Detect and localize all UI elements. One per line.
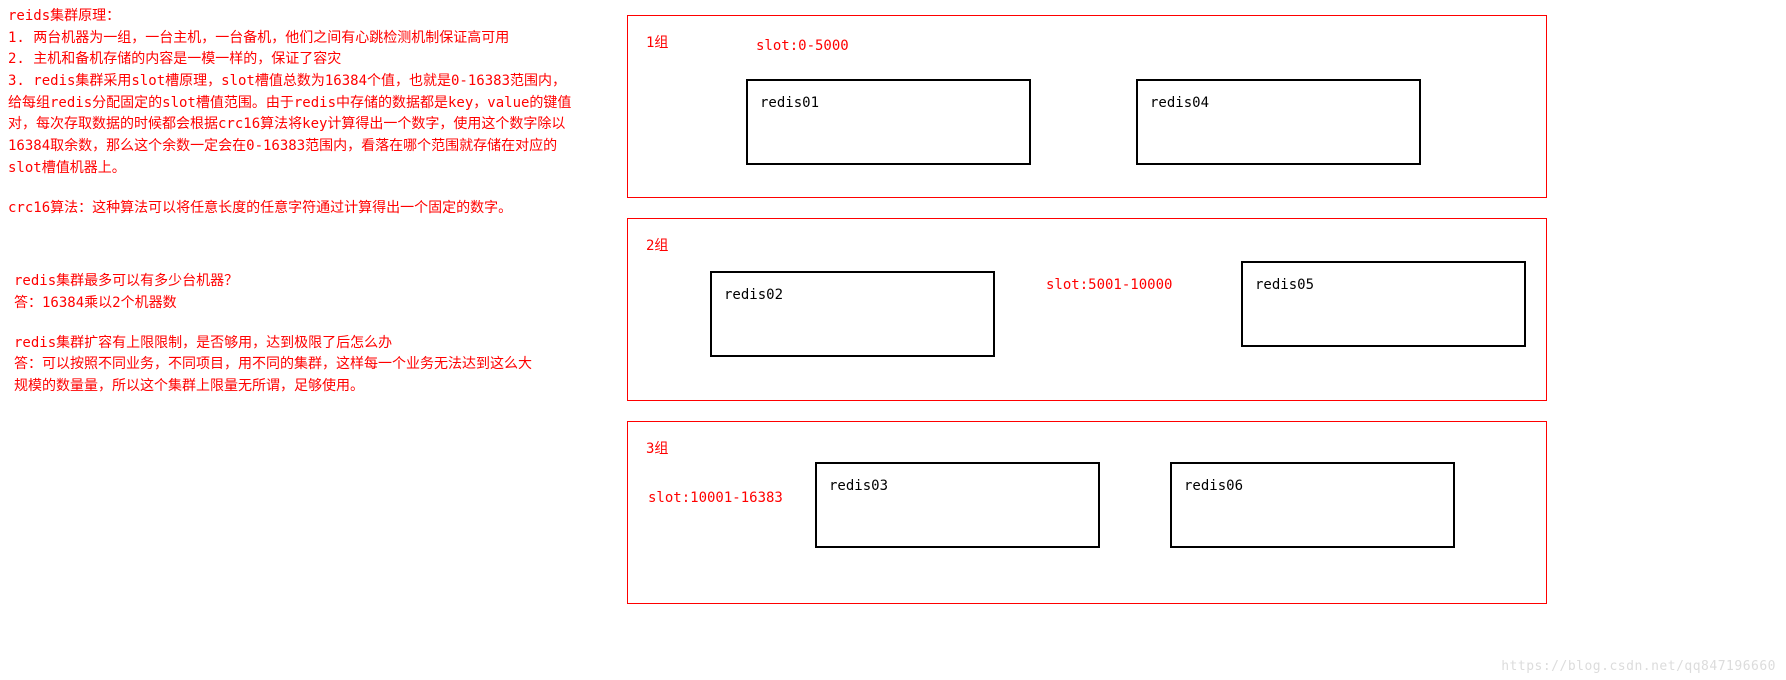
redis-node-box: redis03 (815, 462, 1100, 548)
explanation-panel: reids集群原理： 1. 两台机器为一组，一台主机，一台备机，他们之间有心跳检… (8, 6, 593, 416)
title-line: reids集群原理： (8, 6, 593, 28)
redis-node-name: redis05 (1255, 277, 1314, 293)
group-label: 1组 (646, 32, 668, 52)
question-1: redis集群最多可以有多少台机器？ (14, 271, 593, 293)
principle-3-line-a: 3. redis集群采用slot槽原理，slot槽值总数为16384个值，也就是… (8, 71, 593, 93)
redis-node-box: redis04 (1136, 79, 1421, 165)
redis-node-box: redis02 (710, 271, 995, 357)
principle-1: 1. 两台机器为一组，一台主机，一台备机，他们之间有心跳检测机制保证高可用 (8, 28, 593, 50)
principle-3-line-d: 16384取余数，那么这个余数一定会在0-16383范围内，看落在哪个范围就存储… (8, 136, 593, 158)
crc-block: crc16算法：这种算法可以将任意长度的任意字符通过计算得出一个固定的数字。 (8, 198, 593, 220)
group-box-1: 1组 slot:0-5000 redis01 redis04 (627, 15, 1547, 198)
group-box-3: 3组 slot:10001-16383 redis03 redis06 (627, 421, 1547, 604)
answer-1: 答：16384乘以2个机器数 (14, 293, 593, 315)
redis-node-name: redis04 (1150, 95, 1209, 111)
redis-node-box: redis06 (1170, 462, 1455, 548)
crc-line: crc16算法：这种算法可以将任意长度的任意字符通过计算得出一个固定的数字。 (8, 198, 593, 220)
group-label: 3组 (646, 438, 668, 458)
principle-3-line-c: 对，每次存取数据的时候都会根据crc16算法将key计算得出一个数字，使用这个数… (8, 114, 593, 136)
redis-node-box: redis01 (746, 79, 1031, 165)
group-label: 2组 (646, 235, 668, 255)
principle-3-line-b: 给每组redis分配固定的slot槽值范围。由于redis中存储的数据都是key… (8, 93, 593, 115)
group-box-2: 2组 slot:5001-10000 redis02 redis05 (627, 218, 1547, 401)
principles-block: reids集群原理： 1. 两台机器为一组，一台主机，一台备机，他们之间有心跳检… (8, 6, 593, 180)
watermark-text: https://blog.csdn.net/qq847196660 (1501, 659, 1776, 674)
question-2: redis集群扩容有上限限制，是否够用，达到极限了后怎么办 (14, 333, 593, 355)
principle-2: 2. 主机和备机存储的内容是一模一样的，保证了容灾 (8, 49, 593, 71)
answer-2-line-b: 规模的数量量，所以这个集群上限量无所谓，足够使用。 (14, 376, 593, 398)
principle-3-line-e: slot槽值机器上。 (8, 158, 593, 180)
slot-range-label: slot:10001-16383 (648, 490, 783, 506)
diagram-panel: 1组 slot:0-5000 redis01 redis04 2组 slot:5001-1… (627, 15, 1547, 624)
slot-range-label: slot:5001-10000 (1046, 277, 1172, 293)
redis-node-name: redis06 (1184, 478, 1243, 494)
redis-node-name: redis02 (724, 287, 783, 303)
answer-2-line-a: 答：可以按照不同业务，不同项目，用不同的集群，这样每一个业务无法达到这么大 (14, 354, 593, 376)
qa-block-1: redis集群最多可以有多少台机器？ 答：16384乘以2个机器数 (8, 271, 593, 314)
qa-block-2: redis集群扩容有上限限制，是否够用，达到极限了后怎么办 答：可以按照不同业务… (8, 333, 593, 398)
redis-node-name: redis03 (829, 478, 888, 494)
slot-range-label: slot:0-5000 (756, 38, 849, 54)
redis-node-name: redis01 (760, 95, 819, 111)
redis-node-box: redis05 (1241, 261, 1526, 347)
